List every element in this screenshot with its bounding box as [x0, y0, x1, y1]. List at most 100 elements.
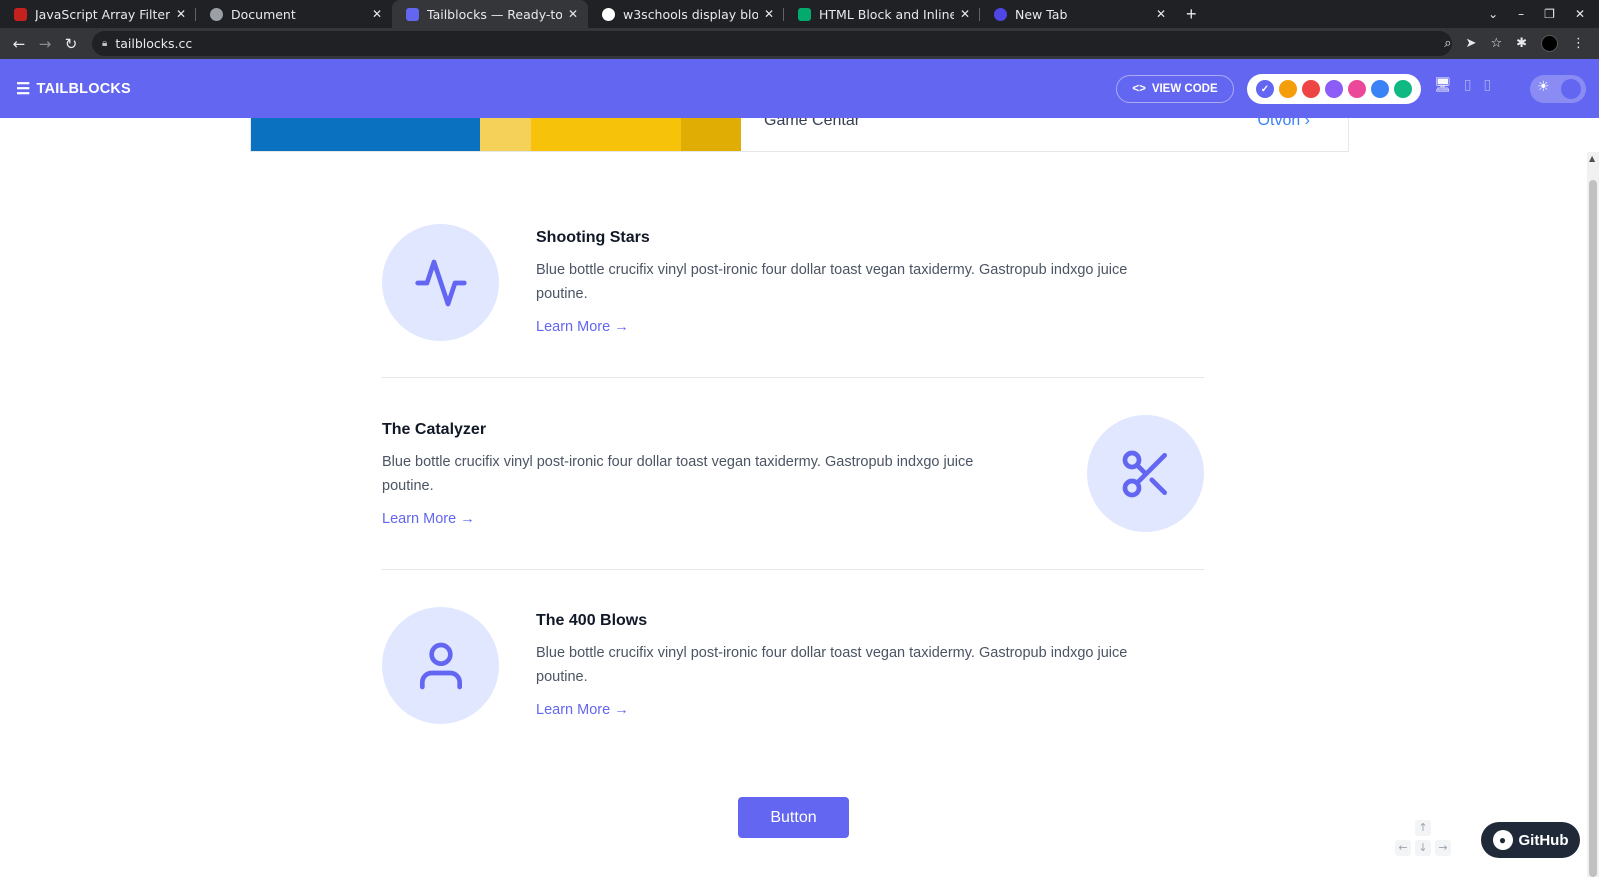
close-tab-icon[interactable]: ✕ [960, 7, 970, 21]
divider [382, 569, 1204, 570]
open-link[interactable]: Otvori › [1258, 118, 1310, 130]
feature-title: The Catalyzer [382, 421, 487, 438]
tab-search-icon[interactable]: ⌄ [1488, 7, 1498, 21]
address-bar[interactable]: 🔒︎ tailblocks.cc [92, 31, 1452, 56]
color-swatch-green[interactable] [1394, 80, 1412, 98]
tab-favicon-icon [798, 7, 811, 21]
tab-title: New Tab [1015, 6, 1068, 22]
arrow-right-icon: → [614, 319, 629, 335]
keyboard-nav-hint: ↑ ← ↓ → [1395, 820, 1455, 870]
arrow-right-icon: → [614, 702, 629, 718]
user-icon [419, 642, 462, 689]
reload-icon[interactable]: ↻ [58, 35, 84, 53]
divider [382, 377, 1204, 378]
feature-icon-circle [382, 224, 499, 341]
github-label: GitHub [1518, 831, 1569, 849]
scroll-up-icon[interactable]: ▲ [1589, 154, 1595, 163]
github-button[interactable]: ● GitHub [1481, 822, 1580, 858]
feature-description: Blue bottle crucifix vinyl post-ironic f… [536, 262, 1128, 302]
tailblocks-header: ☰ TAILBLOCKS <> VIEW CODE ✓ 🖥︎ ▯ ▯ ☀ [0, 59, 1599, 118]
open-link-label: Otvori [1257, 118, 1301, 129]
view-code-label: VIEW CODE [1151, 83, 1218, 95]
tab-favicon-icon [994, 7, 1007, 21]
restore-icon[interactable]: ❐ [1544, 7, 1555, 21]
browser-tab[interactable]: New Tab ✕ [980, 0, 1176, 28]
close-tab-icon[interactable]: ✕ [176, 7, 186, 21]
google-favicon-icon [602, 7, 615, 21]
minimize-icon[interactable]: – [1518, 7, 1524, 21]
browser-tab[interactable]: Document ✕ [196, 0, 392, 28]
arrow-left-icon[interactable]: ← [1395, 840, 1411, 856]
feature-icon-circle [1087, 415, 1204, 532]
page-scrollbar[interactable]: ▲ [1587, 152, 1599, 877]
arrow-right-icon[interactable]: → [1435, 840, 1451, 856]
close-tab-icon[interactable]: ✕ [1156, 7, 1166, 21]
send-icon[interactable]: ➤ [1466, 36, 1477, 51]
feature-title: Shooting Stars [536, 229, 650, 246]
github-icon: ● [1492, 830, 1513, 850]
browser-tab[interactable]: w3schools display block e ✕ [588, 0, 784, 28]
learn-more-label: Learn More [536, 702, 611, 718]
new-tab-icon[interactable]: + [1186, 4, 1197, 25]
card-title: Game Centar [764, 118, 861, 129]
color-swatch-red[interactable] [1302, 80, 1320, 98]
browser-tab[interactable]: HTML Block and Inline Ele ✕ [784, 0, 980, 28]
browser-tab-active[interactable]: Tailblocks — Ready-to-use ✕ [392, 0, 588, 28]
brand[interactable]: ☰ TAILBLOCKS [16, 79, 131, 99]
url-text: tailblocks.cc [115, 36, 193, 51]
code-brackets-icon: <> [1132, 83, 1146, 95]
close-tab-icon[interactable]: ✕ [372, 7, 382, 21]
tab-title: w3schools display block e [623, 6, 758, 22]
tab-title: Tailblocks — Ready-to-use [427, 6, 562, 22]
device-preview-switcher: 🖥︎ ▯ ▯ [1434, 77, 1491, 93]
theme-color-picker: ✓ [1247, 74, 1421, 104]
close-tab-icon[interactable]: ✕ [764, 7, 774, 21]
tablet-icon[interactable]: ▯ [1464, 77, 1472, 93]
menu-kebab-icon[interactable]: ⋮ [1572, 36, 1585, 51]
tab-title: HTML Block and Inline Ele [819, 6, 954, 22]
tab-favicon-icon [14, 7, 27, 21]
browser-tab-strip: JavaScript Array Filter | C ✕ Document ✕… [0, 0, 1599, 28]
toggle-knob [1561, 79, 1581, 99]
desktop-icon[interactable]: 🖥︎ [1434, 77, 1452, 93]
learn-more-link[interactable]: Learn More → [382, 511, 475, 527]
extensions-icon[interactable]: ✱ [1516, 36, 1527, 51]
toolbar-actions: ⌕ ➤ ☆ ✱ ⋮ [1444, 28, 1585, 59]
feature-title: The 400 Blows [536, 612, 648, 629]
close-tab-icon[interactable]: ✕ [568, 7, 578, 21]
forward-icon[interactable]: → [32, 35, 58, 53]
profile-avatar[interactable] [1541, 35, 1558, 52]
color-swatch-blue[interactable] [1371, 80, 1389, 98]
dark-mode-toggle[interactable]: ☀ [1530, 75, 1586, 103]
color-swatch-indigo[interactable]: ✓ [1256, 80, 1274, 98]
arrow-up-icon[interactable]: ↑ [1415, 820, 1431, 836]
close-window-icon[interactable]: ✕ [1575, 7, 1585, 21]
tab-favicon-icon [210, 7, 223, 21]
learn-more-link[interactable]: Learn More → [536, 319, 629, 335]
browser-toolbar: ← → ↻ 🔒︎ tailblocks.cc ⌕ ➤ ☆ ✱ ⋮ [0, 28, 1599, 59]
feature-description: Blue bottle crucifix vinyl post-ironic f… [536, 645, 1128, 685]
hamburger-menu-icon[interactable]: ☰ [16, 79, 31, 99]
browser-tab[interactable]: JavaScript Array Filter | C ✕ [0, 0, 196, 28]
color-swatch-pink[interactable] [1348, 80, 1366, 98]
color-swatch-purple[interactable] [1325, 80, 1343, 98]
lock-icon: 🔒︎ [102, 38, 108, 49]
scrollbar-thumb[interactable] [1589, 180, 1597, 877]
scissors-icon [1122, 450, 1167, 497]
feature-description: Blue bottle crucifix vinyl post-ironic f… [382, 454, 974, 494]
back-icon[interactable]: ← [6, 35, 32, 53]
color-swatch-yellow[interactable] [1279, 80, 1297, 98]
feature-icon-circle [382, 607, 499, 724]
tab-title: Document [231, 6, 296, 22]
bookmark-star-icon[interactable]: ☆ [1490, 36, 1502, 51]
primary-button[interactable]: Button [738, 797, 849, 838]
zoom-icon[interactable]: ⌕ [1444, 36, 1451, 51]
view-code-button[interactable]: <> VIEW CODE [1116, 75, 1234, 103]
activity-icon [414, 259, 467, 306]
learn-more-link[interactable]: Learn More → [536, 702, 629, 718]
phone-icon[interactable]: ▯ [1484, 77, 1492, 93]
tab-favicon-icon [406, 7, 419, 21]
arrow-down-icon[interactable]: ↓ [1415, 840, 1431, 856]
brand-name: TAILBLOCKS [36, 80, 131, 97]
tab-title: JavaScript Array Filter | C [35, 6, 170, 22]
